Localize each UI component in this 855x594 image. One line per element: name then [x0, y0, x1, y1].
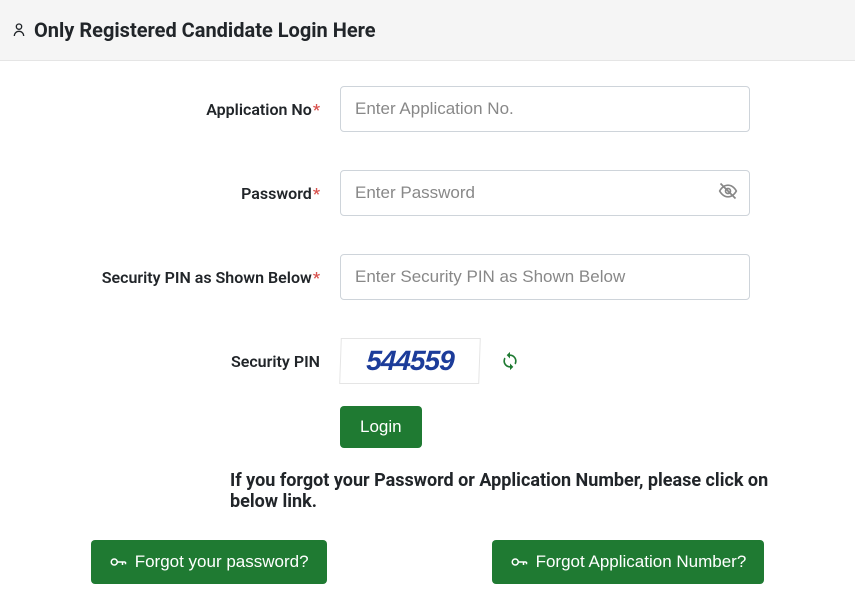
forgot-message: If you forgot your Password or Applicati…	[50, 470, 805, 512]
login-button-row: Login	[50, 406, 805, 448]
captcha-row: Security PIN 544559	[50, 338, 805, 384]
appno-row: Application No*	[50, 86, 805, 132]
required-star: *	[313, 184, 320, 203]
security-pin-input[interactable]	[340, 254, 750, 300]
password-row: Password*	[50, 170, 805, 216]
forgot-password-label: Forgot your password?	[135, 552, 309, 572]
forgot-appno-button[interactable]: Forgot Application Number?	[492, 540, 765, 584]
security-pin-display-label: Security PIN	[50, 352, 340, 371]
required-star: *	[313, 100, 320, 119]
login-form: Application No* Password*	[0, 61, 855, 594]
key-icon	[109, 553, 127, 571]
forgot-appno-label: Forgot Application Number?	[536, 552, 747, 572]
appno-input[interactable]	[340, 86, 750, 132]
appno-label: Application No*	[50, 100, 340, 119]
eye-off-icon[interactable]	[718, 181, 738, 205]
required-star: *	[313, 268, 320, 287]
forgot-buttons-row: Forgot your password? Forgot Application…	[50, 540, 805, 584]
captcha-image: 544559	[339, 338, 481, 384]
refresh-icon[interactable]	[500, 351, 520, 371]
security-pin-row: Security PIN as Shown Below*	[50, 254, 805, 300]
page-header: Only Registered Candidate Login Here	[0, 0, 855, 61]
security-pin-input-label: Security PIN as Shown Below*	[50, 268, 340, 287]
person-icon	[10, 21, 28, 39]
password-input[interactable]	[340, 170, 750, 216]
key-icon	[510, 553, 528, 571]
page-title: Only Registered Candidate Login Here	[34, 18, 376, 42]
forgot-password-button[interactable]: Forgot your password?	[91, 540, 327, 584]
login-button[interactable]: Login	[340, 406, 422, 448]
password-label: Password*	[50, 184, 340, 203]
